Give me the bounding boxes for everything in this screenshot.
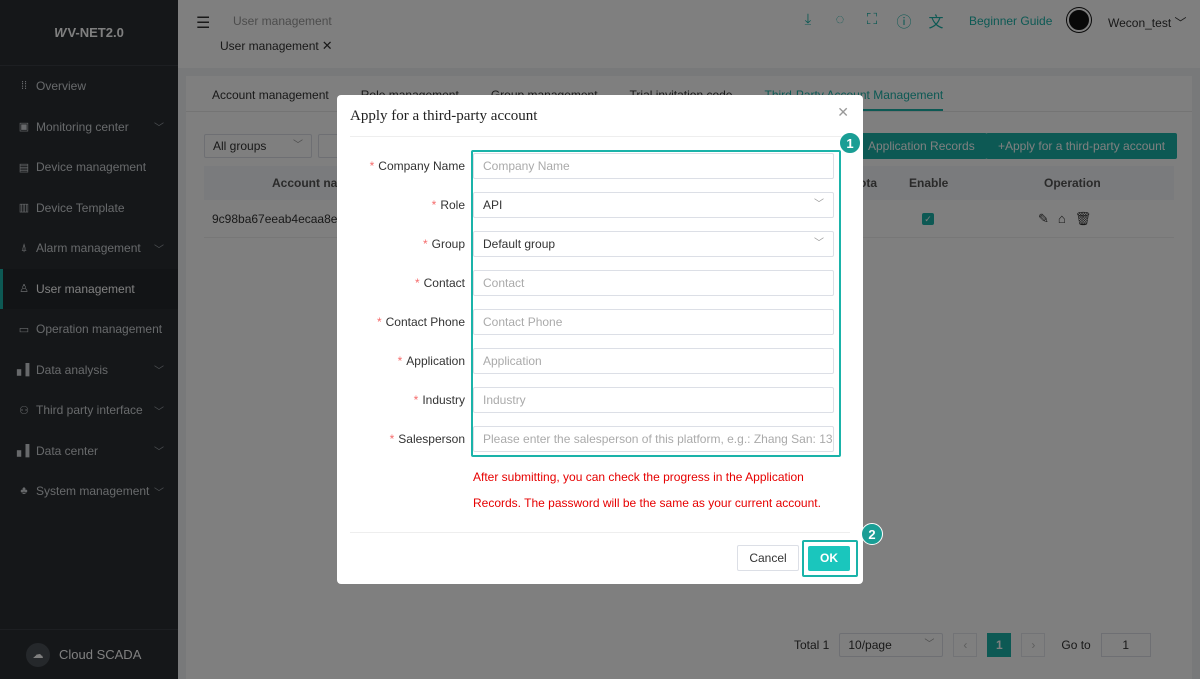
role-value: API xyxy=(483,198,503,212)
close-icon[interactable]: ✕ xyxy=(837,104,849,121)
form-row-contact-phone: * Contact Phone Contact Phone xyxy=(337,309,863,335)
group-select[interactable]: Default group ﹀ xyxy=(473,231,834,257)
group-value: Default group xyxy=(483,237,556,251)
industry-label: * Industry xyxy=(413,393,465,407)
form-row-contact: * Contact Contact xyxy=(337,270,863,296)
salesperson-label: * Salesperson xyxy=(389,432,465,446)
divider xyxy=(350,136,850,137)
form-row-industry: * Industry Industry xyxy=(337,387,863,413)
apply-account-dialog: Apply for a third-party account ✕ 1 * Com… xyxy=(337,95,883,584)
role-select[interactable]: API ﹀ xyxy=(473,192,834,218)
submit-note-line-1: After submitting, you can check the prog… xyxy=(473,470,804,484)
salesperson-input[interactable]: Please enter the salesperson of this pla… xyxy=(473,426,834,452)
company-name-input[interactable]: Company Name xyxy=(473,153,834,179)
divider xyxy=(350,532,850,533)
form-row-salesperson: * Salesperson Please enter the salesperso… xyxy=(337,426,863,452)
chevron-down-icon: ﹀ xyxy=(814,199,824,210)
application-label: * Application xyxy=(397,354,465,368)
ok-button[interactable]: OK xyxy=(808,546,850,571)
company-name-label: * Company Name xyxy=(369,159,465,173)
dialog-title: Apply for a third-party account xyxy=(350,108,538,124)
contact-input[interactable]: Contact xyxy=(473,270,834,296)
group-label: * Group xyxy=(422,237,465,251)
contact-label: * Contact xyxy=(414,276,465,290)
step-badge-2: 2 xyxy=(861,523,883,545)
cancel-button[interactable]: Cancel xyxy=(737,545,799,571)
form-row-application: * Application Application xyxy=(337,348,863,374)
step-badge-1: 1 xyxy=(839,132,861,154)
form-row-role: * Role API ﹀ xyxy=(337,192,863,218)
contact-phone-input[interactable]: Contact Phone xyxy=(473,309,834,335)
industry-input[interactable]: Industry xyxy=(473,387,834,413)
form-row-group: * Group Default group ﹀ xyxy=(337,231,863,257)
submit-note-line-2: Records. The password will be the same a… xyxy=(473,496,821,510)
role-label: * Role xyxy=(431,198,465,212)
chevron-down-icon: ﹀ xyxy=(814,238,824,249)
contact-phone-label: * Contact Phone xyxy=(376,315,465,329)
application-input[interactable]: Application xyxy=(473,348,834,374)
form-row-company-name: * Company Name Company Name xyxy=(337,153,863,179)
